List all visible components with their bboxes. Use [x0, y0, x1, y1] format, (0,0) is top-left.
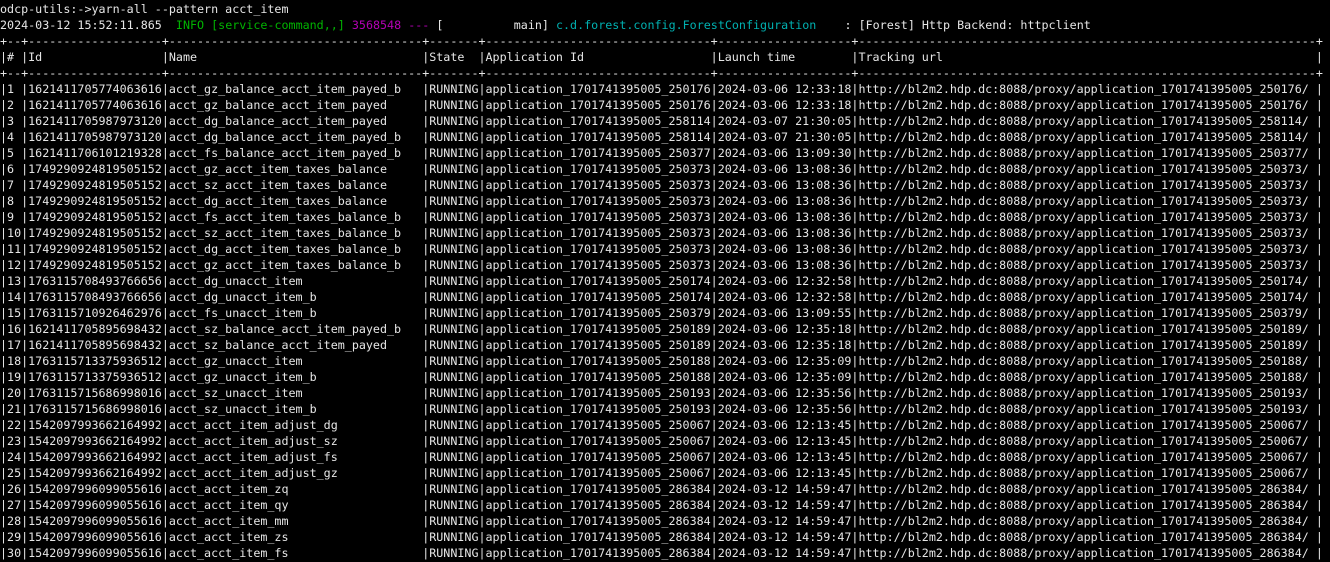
terminal-screen: odcp-utils:->yarn-all --pattern acct_ite…: [0, 0, 1330, 562]
command-line: odcp-utils:->yarn-all --pattern acct_ite…: [0, 1, 1330, 17]
yarn-applications-table: +--+-------------------+----------------…: [0, 33, 1330, 561]
log-line: 2024-03-12 15:52:11.865 INFO [service-co…: [0, 17, 1330, 33]
